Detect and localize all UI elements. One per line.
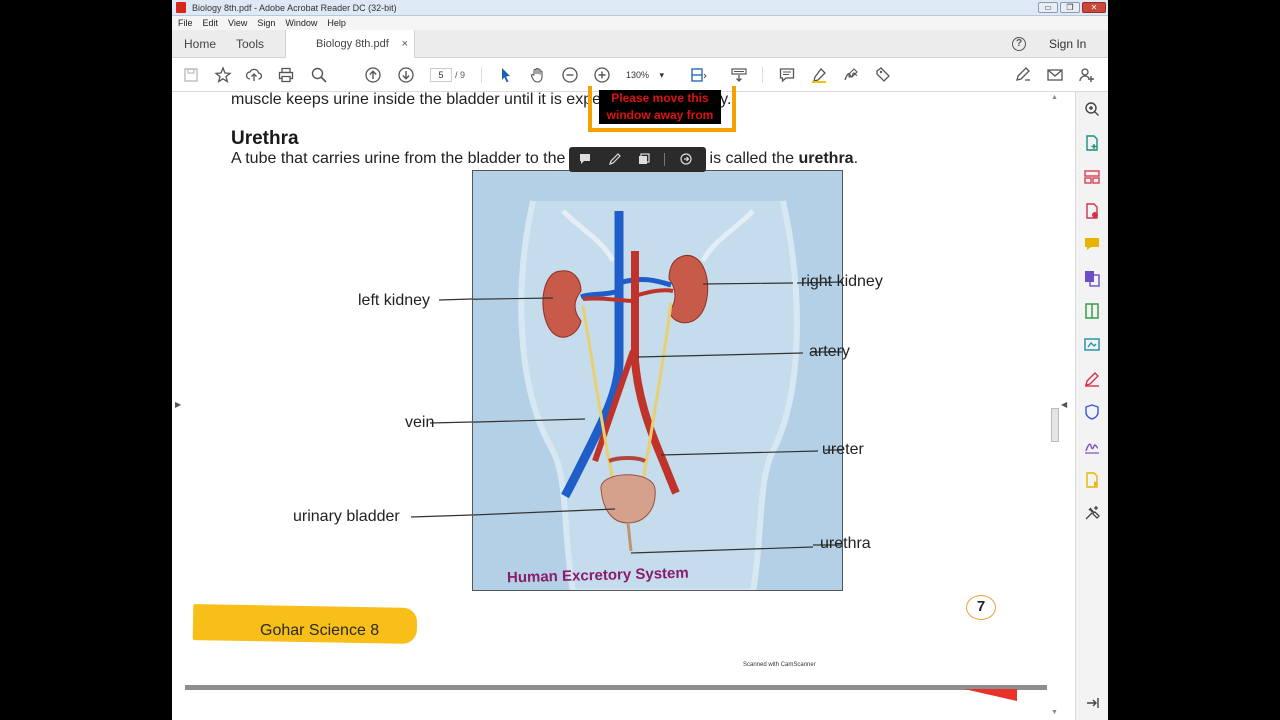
menu-window[interactable]: Window xyxy=(285,18,317,28)
help-icon[interactable]: ? xyxy=(1012,37,1026,51)
acrobat-app-icon xyxy=(176,2,186,13)
title-bar: Biology 8th.pdf - Adobe Acrobat Reader D… xyxy=(172,0,1108,16)
acrobat-window: Biology 8th.pdf - Adobe Acrobat Reader D… xyxy=(172,0,1108,720)
close-tab-icon[interactable]: × xyxy=(402,30,408,58)
scroll-up-icon[interactable]: ▲ xyxy=(1051,94,1058,101)
menu-edit[interactable]: Edit xyxy=(203,18,219,28)
scroll-mode-icon[interactable] xyxy=(730,66,748,84)
window-controls: ▭ ❐ ✕ xyxy=(1038,2,1106,13)
stamp-icon[interactable] xyxy=(874,66,892,84)
pen-icon[interactable] xyxy=(607,152,623,168)
email-icon[interactable] xyxy=(1046,66,1064,84)
convert-icon[interactable] xyxy=(1083,336,1101,354)
signature-icon[interactable] xyxy=(1083,437,1101,455)
menu-file[interactable]: File xyxy=(178,18,193,28)
tab-document-label: Biology 8th.pdf xyxy=(316,38,389,50)
label-left-kidney: left kidney xyxy=(358,292,431,309)
document-viewport[interactable]: ▶ muscle keeps urine inside the bladder … xyxy=(172,86,1073,720)
toolbar-divider xyxy=(762,67,763,83)
more-options-icon[interactable] xyxy=(678,152,694,168)
comment-icon[interactable] xyxy=(778,66,796,84)
zoom-in-icon[interactable] xyxy=(593,66,611,84)
label-vein: vein xyxy=(405,414,435,431)
menu-bar: File Edit View Sign Window Help xyxy=(172,16,1108,30)
share-user-icon[interactable] xyxy=(1078,66,1096,84)
window-title: Biology 8th.pdf - Adobe Acrobat Reader D… xyxy=(192,2,397,13)
send-review-icon[interactable] xyxy=(1083,471,1101,489)
fit-page-icon[interactable] xyxy=(689,66,707,84)
hand-icon[interactable] xyxy=(529,66,547,84)
edit-fill-icon[interactable] xyxy=(1014,66,1032,84)
comment-tool-icon[interactable] xyxy=(1083,235,1101,253)
restore-button[interactable]: ❐ xyxy=(1060,2,1080,13)
page-separator xyxy=(185,685,1047,690)
fill-sign-icon[interactable] xyxy=(1083,370,1101,388)
more-tools-icon[interactable] xyxy=(1083,504,1101,522)
create-pdf-icon[interactable] xyxy=(1083,134,1101,152)
copy-icon[interactable] xyxy=(636,152,652,168)
zoom-level-value: 130% xyxy=(626,70,650,80)
page-number-badge: 7 xyxy=(966,595,996,620)
menu-view[interactable]: View xyxy=(228,18,247,28)
zoom-level-select[interactable]: 130% ▾ xyxy=(626,68,666,82)
zoom-out-icon[interactable] xyxy=(561,66,579,84)
annotation-quick-toolbar xyxy=(569,147,706,172)
page-total: / 9 xyxy=(455,70,466,80)
vertical-scrollbar[interactable]: ▲ ▼ xyxy=(1048,92,1062,720)
expand-left-panel-icon[interactable]: ▶ xyxy=(175,400,181,409)
sign-in-link[interactable]: Sign In xyxy=(1049,30,1086,58)
tab-document[interactable]: Biology 8th.pdf × xyxy=(285,30,415,58)
organize-pages-icon[interactable] xyxy=(1083,168,1101,186)
menu-help[interactable]: Help xyxy=(327,18,346,28)
protect-icon[interactable] xyxy=(1083,403,1101,421)
scanner-watermark: Scanned with CamScanner xyxy=(743,662,816,668)
overlay-warning-text: Please move this window away from xyxy=(599,90,721,124)
page-number-input[interactable]: 5 xyxy=(430,68,452,82)
tab-bar: Home Tools Biology 8th.pdf × ? Sign In xyxy=(172,30,1108,58)
tab-tools[interactable]: Tools xyxy=(236,30,264,58)
collapse-right-panel-icon[interactable]: ◀ xyxy=(1061,400,1067,409)
tab-home[interactable]: Home xyxy=(184,30,216,58)
label-leader-lines xyxy=(410,281,844,546)
toolbar-divider xyxy=(664,153,665,166)
sticky-note-icon[interactable] xyxy=(577,152,593,168)
scrollbar-thumb[interactable] xyxy=(1051,408,1059,442)
close-window-button[interactable]: ✕ xyxy=(1082,2,1106,13)
find-icon[interactable] xyxy=(310,66,328,84)
menu-sign[interactable]: Sign xyxy=(257,18,275,28)
label-urinary-bladder: urinary bladder xyxy=(293,508,400,525)
label-right-kidney: right kidney xyxy=(801,273,883,290)
export-pdf-icon[interactable] xyxy=(1083,202,1101,220)
collapse-panel-icon[interactable] xyxy=(1083,694,1101,712)
scroll-down-icon[interactable]: ▼ xyxy=(1051,709,1058,716)
upload-icon[interactable] xyxy=(245,66,263,84)
page-up-icon[interactable] xyxy=(364,66,382,84)
combine-files-icon[interactable] xyxy=(1083,269,1101,287)
star-icon[interactable] xyxy=(214,66,232,84)
select-icon[interactable] xyxy=(497,66,515,84)
print-icon[interactable] xyxy=(277,66,295,84)
right-tools-panel xyxy=(1075,92,1108,720)
save-icon[interactable] xyxy=(182,66,200,84)
label-urethra: urethra xyxy=(820,535,871,552)
pdf-page: muscle keeps urine inside the bladder un… xyxy=(185,86,1047,712)
minimize-button[interactable]: ▭ xyxy=(1038,2,1058,13)
sign-icon[interactable] xyxy=(842,66,860,84)
label-ureter: ureter xyxy=(822,441,864,458)
page-down-icon[interactable] xyxy=(397,66,415,84)
zoom-search-icon[interactable] xyxy=(1083,100,1101,118)
label-artery: artery xyxy=(809,343,850,360)
compress-icon[interactable] xyxy=(1083,302,1101,320)
toolbar-divider xyxy=(481,67,482,83)
highlight-icon[interactable] xyxy=(810,66,828,84)
chevron-down-icon: ▾ xyxy=(659,70,665,80)
footer-banner-text: Gohar Science 8 xyxy=(260,622,380,639)
